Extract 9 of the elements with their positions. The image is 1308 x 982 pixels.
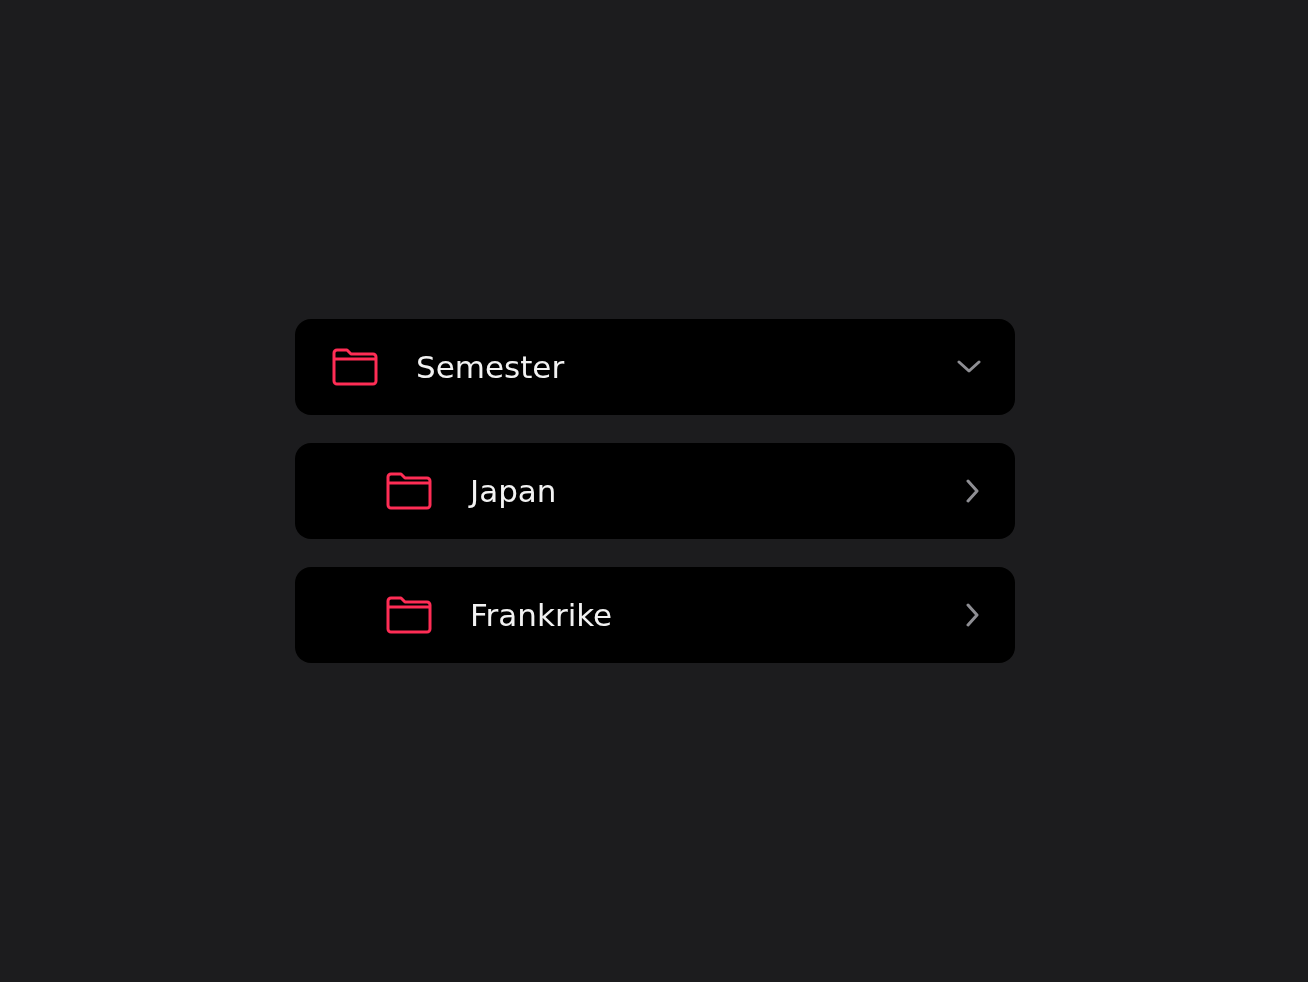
- folder-name: Japan: [470, 473, 558, 509]
- folder-icon: [385, 472, 433, 510]
- folder-row[interactable]: Frankrike: [295, 567, 1015, 663]
- folder-icon: [331, 348, 379, 386]
- folder-name: Semester: [416, 349, 566, 385]
- folder-row[interactable]: Semester: [295, 319, 1015, 415]
- folder-icon: [385, 596, 433, 634]
- folder-name: Frankrike: [470, 597, 614, 633]
- folder-row[interactable]: Japan: [295, 443, 1015, 539]
